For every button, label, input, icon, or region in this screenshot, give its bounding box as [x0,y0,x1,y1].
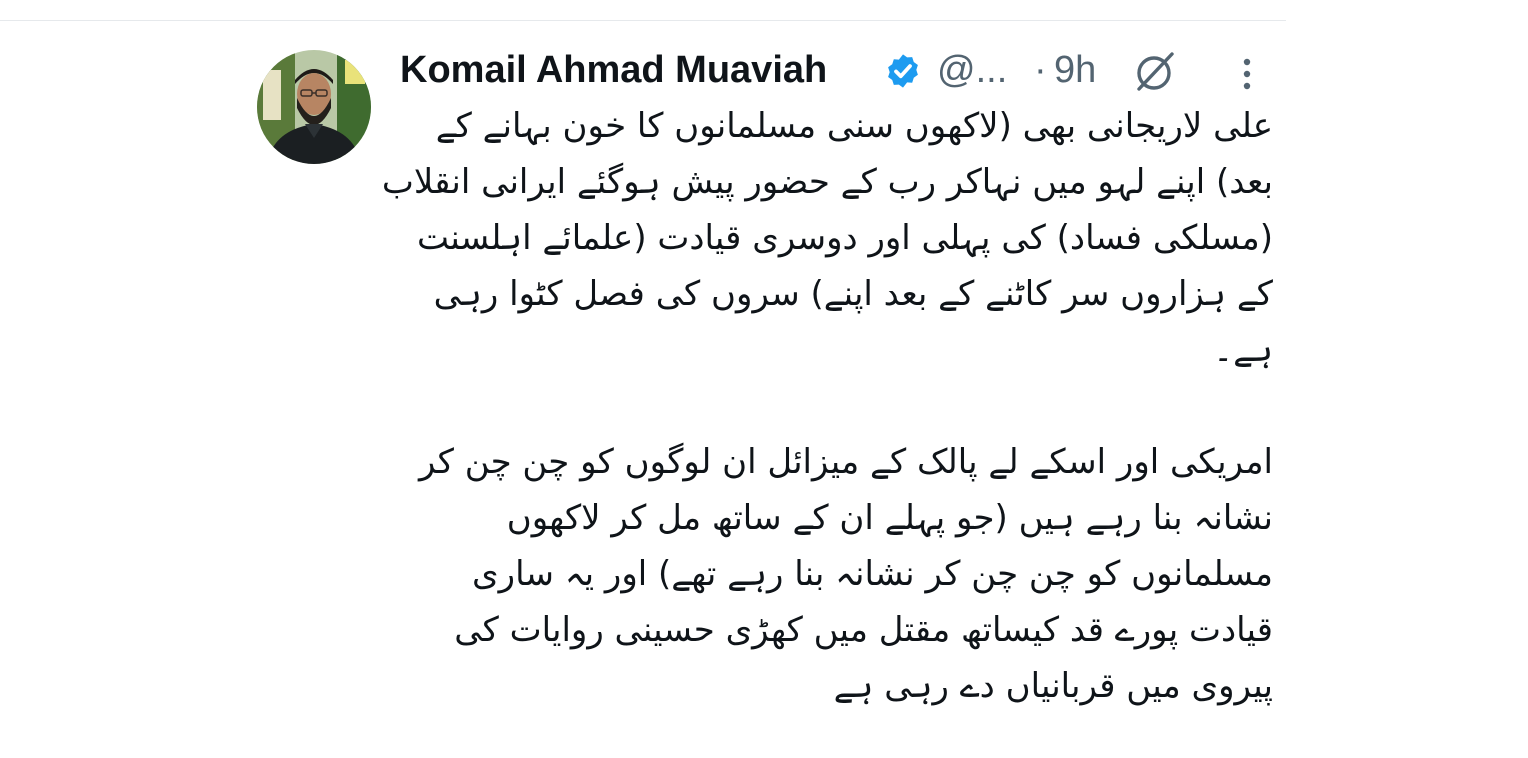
author-display-name[interactable]: Komail Ahmad Muaviah [400,48,827,92]
tweet-paragraph-2: امریکی اور اسکے لے پالک کے میزائل ان لوگ… [418,442,1273,706]
grok-icon[interactable] [1130,46,1180,96]
time-separator: · [1034,49,1047,91]
tweet-timestamp[interactable]: 9h [1054,48,1096,92]
verified-badge-icon [888,54,918,88]
tweet-header: Komail Ahmad Muaviah @... · 9h [400,44,1280,96]
top-divider [0,20,1286,21]
author-handle[interactable]: @... [937,48,1007,92]
tweet-text: علی لاریجانی بھی (لاکھوں سنی مسلمانوں کا… [380,98,1273,714]
tweet-paragraph-1: علی لاریجانی بھی (لاکھوں سنی مسلمانوں کا… [381,106,1273,370]
author-avatar[interactable] [257,50,371,164]
more-vertical-icon[interactable] [1232,54,1262,94]
